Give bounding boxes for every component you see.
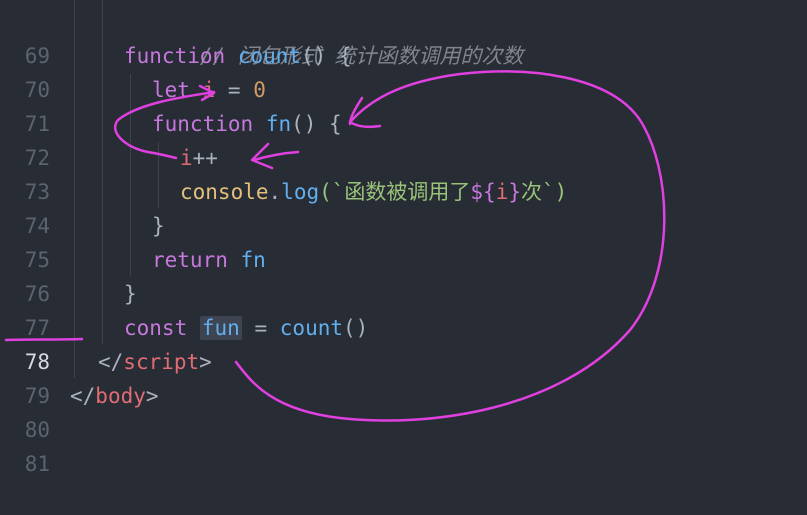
template-delimiter-token: ${ [470,180,496,204]
keyword-token: function [152,112,254,136]
tag-bracket-token: > [145,384,159,408]
code-line[interactable]: 71 let i = 0 [0,73,807,136]
punctuation-token: () [343,316,369,340]
punctuation-token: } [152,214,165,238]
code-line[interactable]: 70 function count() { [0,39,807,102]
tag-name-token: script [123,350,200,374]
punctuation-token: } [124,282,137,306]
function-name-token: count [237,44,302,68]
object-token: console [180,180,269,204]
highlighted-identifier-token[interactable]: fun [199,316,242,340]
variable-token: i [180,146,193,170]
code-line[interactable]: 79 </script> [0,345,807,408]
tag-name-token: body [95,384,146,408]
number-token: 0 [253,78,266,102]
code-line[interactable]: 72 function fn() { [0,107,807,170]
keyword-token: let [152,78,190,102]
operator-token: = [227,78,241,102]
variable-token: i [202,78,216,102]
code-line[interactable]: 81 [0,413,807,476]
punctuation-token: () { [291,112,342,136]
template-delimiter-token: } [508,180,522,204]
code-line[interactable]: 80 </body> [0,379,807,442]
tag-bracket-token: > [199,350,212,374]
code-line[interactable]: 74 console.log(`函数被调用了${i}次`) [0,175,807,238]
operator-token: ++ [192,146,218,170]
tag-bracket-token: </ [70,384,96,408]
string-token: (`函数被调用了 [319,180,471,204]
tag-bracket-token: </ [98,350,124,374]
keyword-token: const [124,316,188,340]
method-token: log [281,180,320,204]
function-name-token: count [279,316,343,340]
string-token: 次`) [521,180,568,204]
punctuation-token: . [268,180,282,204]
keyword-token: function [124,44,226,68]
operator-token: = [254,316,268,340]
code-line[interactable]: 77 } [0,277,807,340]
code-line-active[interactable]: 78 const fun = count() [0,311,807,374]
code-line[interactable]: 73 i++ [0,141,807,204]
function-name-token: fn [265,112,292,136]
line-number: 81 [24,452,50,476]
identifier-token: fn [240,248,266,272]
code-line[interactable]: 75 } [0,209,807,272]
code-line[interactable]: 69 // 闭包形式 统计函数调用的次数 [0,5,807,68]
code-editor[interactable]: 69 // 闭包形式 统计函数调用的次数 70 function count()… [0,0,807,476]
punctuation-token: () { [301,44,352,68]
code-line[interactable]: 76 return fn [0,243,807,306]
keyword-token: return [152,248,228,272]
variable-token: i [495,180,509,204]
